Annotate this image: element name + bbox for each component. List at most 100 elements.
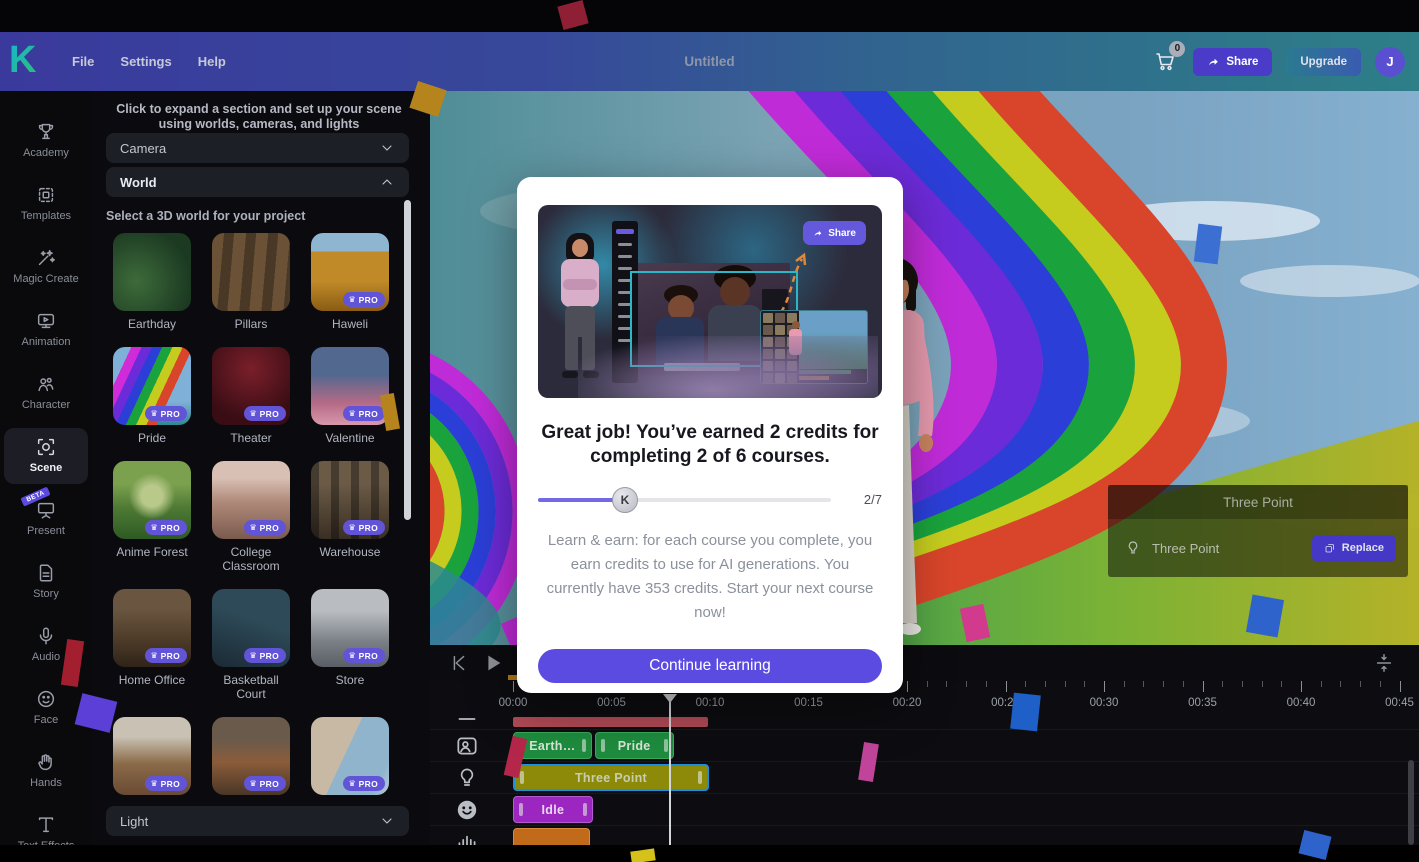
light-track-icon[interactable] bbox=[454, 765, 480, 791]
timeline[interactable]: 00:0000:0500:1000:1500:2000:2500:3000:35… bbox=[430, 681, 1419, 845]
world-thumbnail[interactable]: ♛ PRO bbox=[212, 589, 290, 667]
ruler-tick bbox=[986, 681, 987, 687]
world-thumbnail[interactable] bbox=[113, 233, 191, 311]
world-card-conference[interactable]: ♛ PRO bbox=[212, 717, 290, 815]
world-thumbnail[interactable] bbox=[212, 233, 290, 311]
sidebar-item-present[interactable]: BETA Present bbox=[4, 491, 88, 547]
pro-label: PRO bbox=[260, 523, 279, 533]
pro-label: PRO bbox=[161, 651, 180, 661]
menu-settings[interactable]: Settings bbox=[120, 54, 171, 69]
ruler-tick bbox=[1340, 681, 1341, 687]
menu-help[interactable]: Help bbox=[198, 54, 226, 69]
sidebar-item-face[interactable]: Face bbox=[4, 680, 88, 736]
world-card-basketball-court[interactable]: ♛ PRO Basketball Court bbox=[212, 589, 290, 701]
world-card-earthday[interactable]: Earthday bbox=[113, 233, 191, 331]
lightbulb-icon bbox=[1124, 539, 1142, 557]
timeline-clip[interactable]: Earth… bbox=[513, 732, 592, 759]
world-thumbnail[interactable]: ♛ PRO bbox=[311, 233, 389, 311]
sidebar-item-magic-create[interactable]: Magic Create bbox=[4, 239, 88, 295]
timeline-vscrollbar[interactable] bbox=[1408, 760, 1414, 845]
skip-to-start-button[interactable] bbox=[442, 650, 476, 676]
world-thumbnail[interactable]: ♛ PRO bbox=[311, 461, 389, 539]
world-card-anime-forest[interactable]: ♛ PRO Anime Forest bbox=[113, 461, 191, 573]
world-card-home-office[interactable]: ♛ PRO Home Office bbox=[113, 589, 191, 701]
world-card-college-classroom[interactable]: ♛ PRO College Classroom bbox=[212, 461, 290, 573]
world-name: Pillars bbox=[235, 317, 268, 331]
cart-button[interactable]: 0 bbox=[1153, 49, 1179, 75]
world-name: Theater bbox=[230, 431, 271, 445]
sidebar-item-templates[interactable]: Templates bbox=[4, 176, 88, 232]
sidebar-item-scene[interactable]: Scene bbox=[4, 428, 88, 484]
world-thumbnail[interactable]: ♛ PRO bbox=[311, 589, 389, 667]
share-button[interactable]: Share bbox=[1193, 48, 1272, 76]
world-card-valentine[interactable]: ♛ PRO Valentine bbox=[311, 347, 389, 445]
world-thumbnail[interactable]: ♛ PRO bbox=[113, 717, 191, 795]
world-card-office2[interactable]: ♛ PRO bbox=[113, 717, 191, 815]
world-thumbnail[interactable]: ♛ PRO bbox=[113, 461, 191, 539]
timeline-track-face: Idle bbox=[430, 794, 1419, 826]
world-thumbnail[interactable]: ♛ PRO bbox=[311, 717, 389, 795]
smiley-track-icon[interactable] bbox=[454, 797, 480, 823]
strip-track-icon[interactable] bbox=[454, 706, 480, 732]
world-card-haweli[interactable]: ♛ PRO Haweli bbox=[311, 233, 389, 331]
animation-icon bbox=[35, 310, 57, 332]
timeline-clip[interactable] bbox=[513, 828, 590, 845]
panel-scrollbar[interactable] bbox=[404, 200, 411, 520]
bars-track-icon[interactable] bbox=[454, 829, 480, 846]
world-thumbnail[interactable]: ♛ PRO bbox=[311, 347, 389, 425]
world-card-skyroom[interactable]: ♛ PRO bbox=[311, 717, 389, 815]
upgrade-button[interactable]: Upgrade bbox=[1286, 48, 1361, 76]
playhead-handle[interactable] bbox=[663, 694, 677, 703]
world-card-store[interactable]: ♛ PRO Store bbox=[311, 589, 389, 701]
camera-section-header[interactable]: Camera bbox=[106, 133, 409, 163]
sidebar-item-audio[interactable]: Audio bbox=[4, 617, 88, 673]
chevron-up-icon bbox=[379, 174, 395, 190]
menu-file[interactable]: File bbox=[72, 54, 94, 69]
sidebar-item-label: Scene bbox=[30, 462, 62, 475]
clip-grip-right[interactable] bbox=[664, 739, 668, 752]
ruler-tick bbox=[1242, 681, 1243, 687]
clip-label: Three Point bbox=[524, 771, 698, 785]
world-thumbnail[interactable]: ♛ PRO bbox=[212, 461, 290, 539]
sidebar-item-story[interactable]: Story bbox=[4, 554, 88, 610]
sidebar-item-character[interactable]: Character bbox=[4, 365, 88, 421]
sidebar-item-hands[interactable]: Hands bbox=[4, 743, 88, 799]
timeline-clip[interactable] bbox=[513, 717, 708, 727]
timeline-expand-button[interactable] bbox=[1367, 650, 1401, 676]
sidebar-item-label: Magic Create bbox=[13, 273, 78, 286]
navbar-right: 0 Share Upgrade J bbox=[1153, 47, 1419, 77]
world-card-warehouse[interactable]: ♛ PRO Warehouse bbox=[311, 461, 389, 573]
smoke-effect bbox=[578, 336, 878, 398]
timeline-clip[interactable]: Pride bbox=[595, 732, 674, 759]
pro-label: PRO bbox=[359, 651, 378, 661]
world-name: Home Office bbox=[119, 673, 185, 687]
sidebar-item-academy[interactable]: Academy bbox=[4, 113, 88, 169]
pro-badge: ♛ PRO bbox=[244, 520, 287, 535]
light-section-header[interactable]: Light bbox=[106, 806, 409, 836]
continue-learning-button[interactable]: Continue learning bbox=[538, 649, 882, 683]
left-sidebar: Academy Templates Magic Create Animation… bbox=[0, 91, 92, 845]
world-card-theater[interactable]: ♛ PRO Theater bbox=[212, 347, 290, 445]
world-thumbnail[interactable]: ♛ PRO bbox=[113, 347, 191, 425]
world-thumbnail[interactable]: ♛ PRO bbox=[212, 347, 290, 425]
timeline-clip[interactable]: Three Point bbox=[513, 764, 709, 791]
clip-grip-right[interactable] bbox=[582, 739, 586, 752]
play-button[interactable] bbox=[476, 650, 510, 676]
world-grid: Earthday Pillars ♛ PRO Haweli ♛ PRO Prid… bbox=[106, 233, 398, 815]
world-track-icon[interactable] bbox=[454, 733, 480, 759]
playhead[interactable] bbox=[669, 694, 671, 845]
svg-text:K: K bbox=[9, 39, 37, 79]
clip-grip-right[interactable] bbox=[583, 803, 587, 816]
world-card-pillars[interactable]: Pillars bbox=[212, 233, 290, 331]
timeline-clip[interactable]: Idle bbox=[513, 796, 593, 823]
clip-grip-right[interactable] bbox=[698, 771, 702, 784]
user-avatar[interactable]: J bbox=[1375, 47, 1405, 77]
app-logo[interactable]: K bbox=[0, 39, 46, 84]
sidebar-item-animation[interactable]: Animation bbox=[4, 302, 88, 358]
world-thumbnail[interactable]: ♛ PRO bbox=[212, 717, 290, 795]
replace-light-button[interactable]: Replace bbox=[1312, 535, 1396, 562]
world-section-header[interactable]: World bbox=[106, 167, 409, 197]
modal-body-text: Learn & earn: for each course you comple… bbox=[540, 529, 880, 625]
world-card-pride[interactable]: ♛ PRO Pride bbox=[113, 347, 191, 445]
world-thumbnail[interactable]: ♛ PRO bbox=[113, 589, 191, 667]
